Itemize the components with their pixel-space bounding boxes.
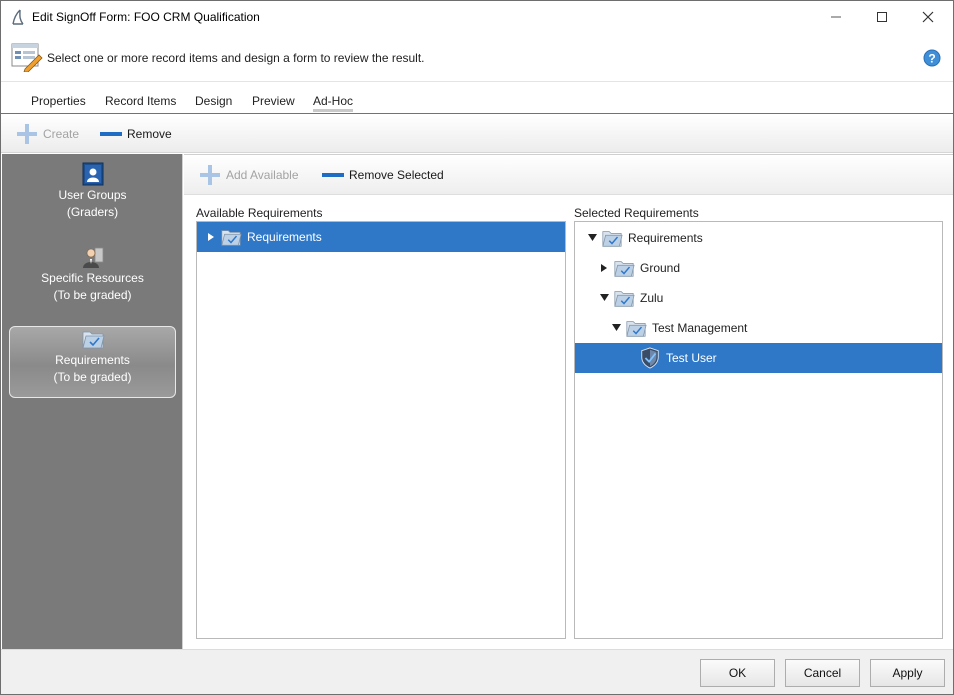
remove-button[interactable]: Remove <box>99 122 172 146</box>
collapse-arrow-icon[interactable] <box>599 293 609 303</box>
header-instruction: Select one or more record items and desi… <box>47 51 425 65</box>
signoff-form-window: Edit SignOff Form: FOO CRM Qualification… <box>0 0 954 695</box>
requirements-toolbar: Add Available Remove Selected <box>184 155 953 195</box>
sidebar-item-title: Specific Resources <box>41 271 144 285</box>
remove-selected-button[interactable]: Remove Selected <box>321 163 444 187</box>
requirement-folder-icon <box>81 331 105 349</box>
plus-icon <box>15 122 39 146</box>
tree-node-test-user[interactable]: Test User <box>575 343 942 373</box>
category-sidebar: User Groups (Graders) Specific Resources… <box>2 154 183 649</box>
sidebar-item-user-groups[interactable]: User Groups (Graders) <box>9 162 176 234</box>
selected-requirements-label: Selected Requirements <box>574 206 699 220</box>
requirement-folder-icon <box>221 230 242 246</box>
sidebar-item-title: User Groups <box>58 188 127 202</box>
tab-ad-hoc[interactable]: Ad-Hoc <box>313 94 354 112</box>
tree-node-test-management[interactable]: Test Management <box>575 313 942 343</box>
sidebar-item-subtitle: (Graders) <box>66 205 119 219</box>
tab-bar: Properties Record Items Design Preview A… <box>1 83 953 114</box>
help-question-icon[interactable]: ? <box>923 49 941 67</box>
tree-node-zulu[interactable]: Zulu <box>575 283 942 313</box>
tab-properties[interactable]: Properties <box>31 94 86 108</box>
tree-node-label: Test Management <box>652 321 748 335</box>
tab-record-items[interactable]: Record Items <box>105 94 176 108</box>
cancel-button[interactable]: Cancel <box>785 659 860 687</box>
close-button[interactable] <box>905 1 951 33</box>
create-label: Create <box>43 127 80 141</box>
minus-icon <box>321 163 345 187</box>
tree-node-label: Zulu <box>640 291 664 305</box>
remove-label: Remove <box>127 127 172 141</box>
tree-node-label: Requirements <box>247 230 322 244</box>
tree-node-ground[interactable]: Ground <box>575 253 942 283</box>
tab-design[interactable]: Design <box>195 94 232 108</box>
requirement-folder-icon <box>614 261 635 277</box>
svg-text:?: ? <box>928 52 935 66</box>
expand-arrow-icon[interactable] <box>599 263 609 273</box>
window-title: Edit SignOff Form: FOO CRM Qualification <box>32 10 260 24</box>
sidebar-item-title: Requirements <box>55 353 130 367</box>
requirement-folder-icon <box>602 231 623 247</box>
maximize-button[interactable] <box>859 1 905 33</box>
tree-node-requirements[interactable]: Requirements <box>575 223 942 253</box>
sidebar-item-subtitle: (To be graded) <box>53 288 132 302</box>
create-button[interactable]: Create <box>15 122 79 146</box>
collapse-arrow-icon[interactable] <box>611 323 621 333</box>
ok-button[interactable]: OK <box>700 659 775 687</box>
requirement-shield-icon <box>641 347 659 369</box>
close-icon <box>922 11 934 23</box>
tab-preview[interactable]: Preview <box>252 94 295 108</box>
remove-selected-label: Remove Selected <box>349 168 444 182</box>
app-logo-icon <box>12 9 24 25</box>
collapse-arrow-icon[interactable] <box>587 233 597 243</box>
expand-arrow-icon[interactable] <box>206 232 216 242</box>
apply-button[interactable]: Apply <box>870 659 945 687</box>
user-group-icon <box>82 162 103 186</box>
tree-node-label: Ground <box>640 261 681 275</box>
sidebar-item-specific-resources[interactable]: Specific Resources (To be graded) <box>9 245 176 317</box>
minus-icon <box>99 122 123 146</box>
form-edit-icon <box>11 43 43 72</box>
requirements-content: Add Available Remove Selected Available … <box>184 154 953 649</box>
dialog-footer: OK Cancel Apply <box>1 649 953 694</box>
minimize-button[interactable] <box>813 1 859 33</box>
selected-requirements-tree[interactable]: Requirements Ground Zulu Test Management… <box>574 221 943 639</box>
requirement-folder-icon <box>614 291 635 307</box>
title-bar: Edit SignOff Form: FOO CRM Qualification <box>1 1 953 34</box>
maximize-icon <box>877 12 887 22</box>
add-available-label: Add Available <box>226 168 299 182</box>
available-requirements-list[interactable]: Requirements <box>196 221 566 639</box>
plus-icon <box>198 163 222 187</box>
dialog-header: Select one or more record items and desi… <box>1 34 953 82</box>
main-toolbar: Create Remove <box>1 115 953 153</box>
person-icon <box>82 247 103 268</box>
available-requirements-label: Available Requirements <box>196 206 323 220</box>
tree-node-requirements[interactable]: Requirements <box>197 222 565 252</box>
tree-node-label: Test User <box>666 351 717 365</box>
add-available-button[interactable]: Add Available <box>198 163 299 187</box>
sidebar-item-subtitle: (To be graded) <box>53 370 132 384</box>
sidebar-item-requirements[interactable]: Requirements (To be graded) <box>9 326 176 398</box>
minimize-icon <box>831 16 841 18</box>
requirement-folder-icon <box>626 321 647 337</box>
tree-node-label: Requirements <box>628 231 703 245</box>
